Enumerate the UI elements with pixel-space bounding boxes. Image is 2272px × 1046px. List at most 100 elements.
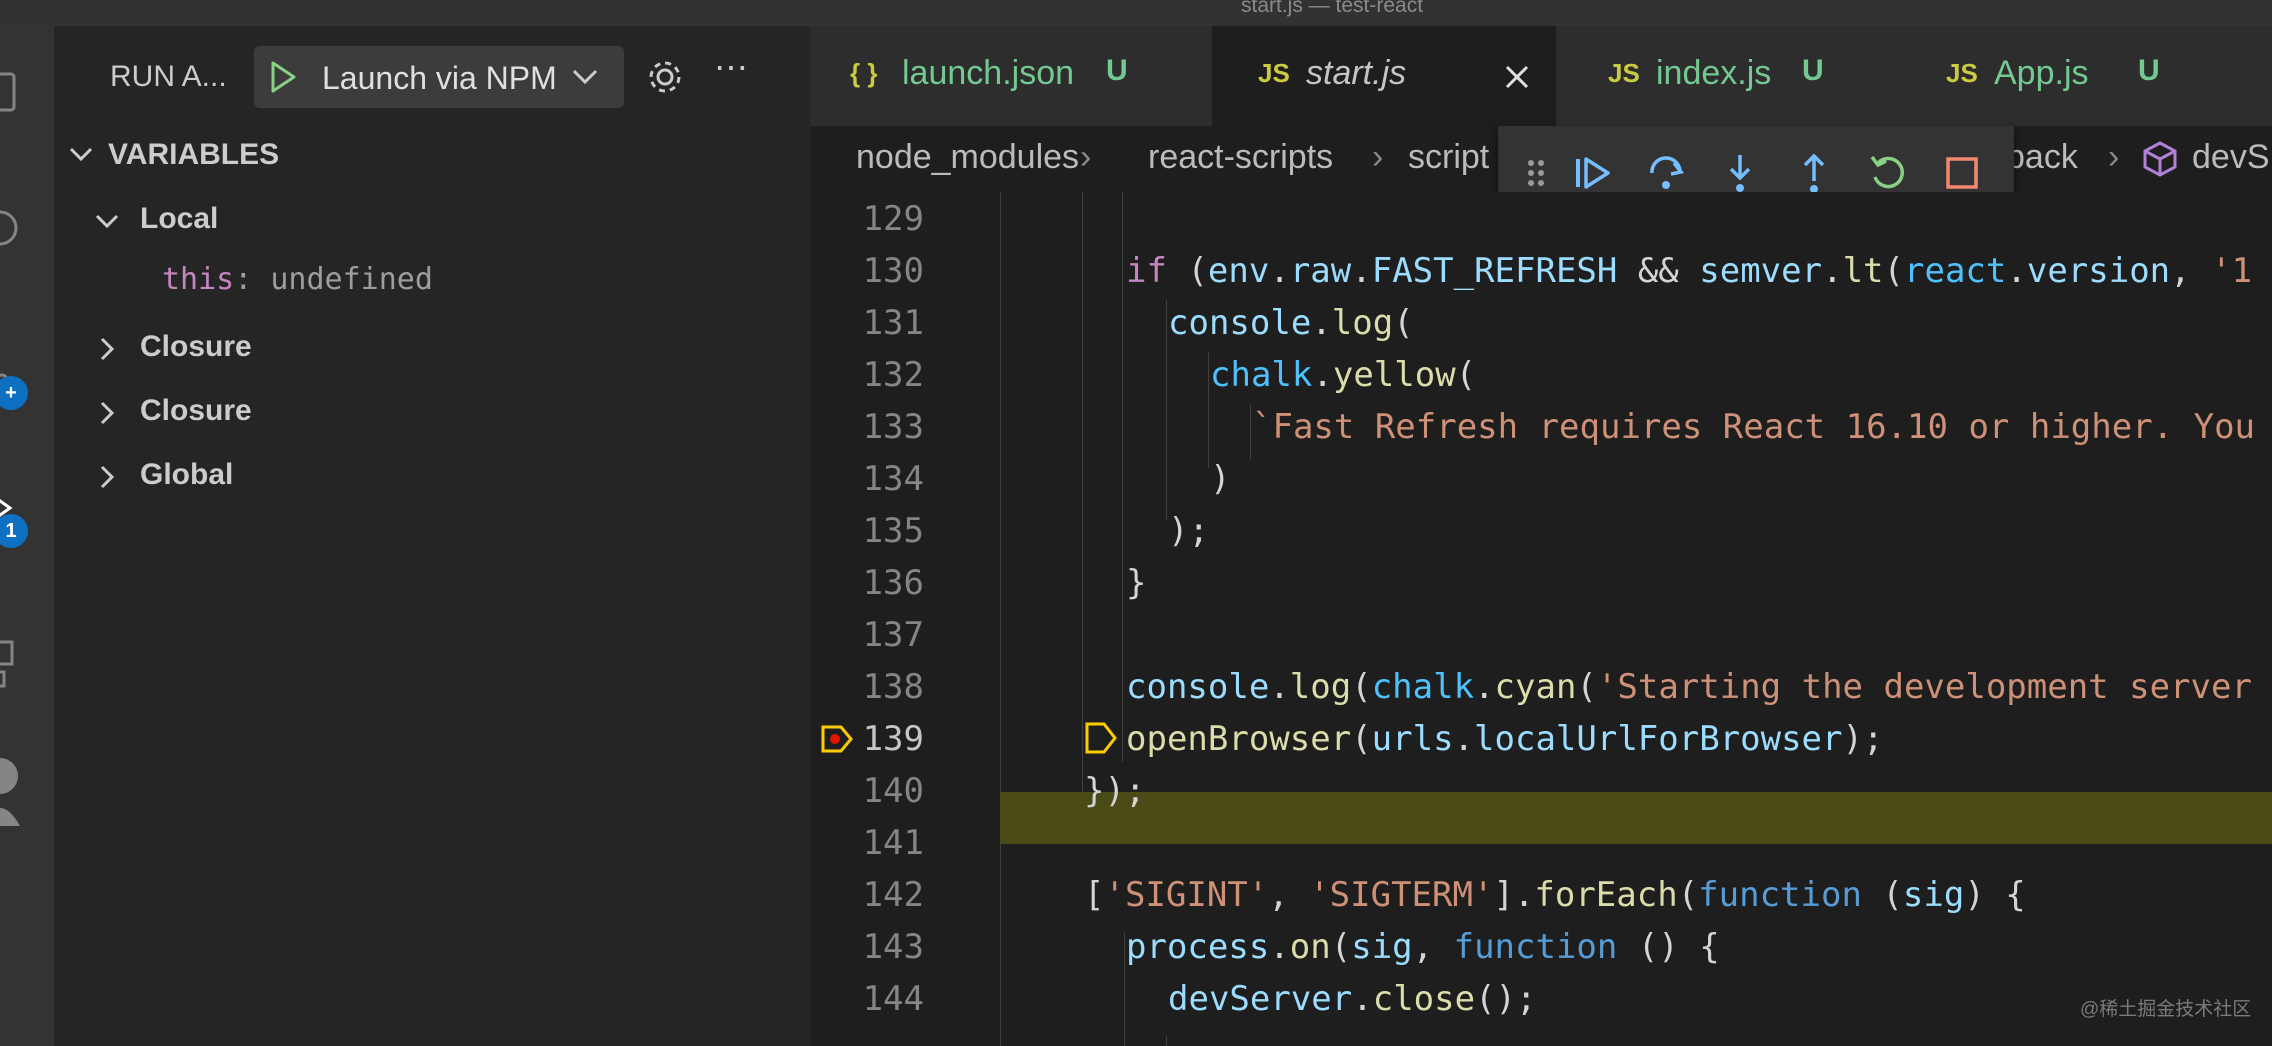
scope-label: Global <box>140 458 234 491</box>
code-text: } <box>1126 563 1147 603</box>
window-title: start.js — test-react <box>1241 0 1424 17</box>
breadcrumb-item[interactable]: react-scripts <box>1148 138 1333 177</box>
line-number: 135 <box>862 511 924 551</box>
scope-label: Closure <box>140 330 252 363</box>
line-number: 138 <box>862 667 924 707</box>
code-line: 134 ) <box>810 452 2272 504</box>
activity-bar: + 1 <box>0 26 54 1046</box>
symbol-method-icon <box>2143 141 2177 177</box>
code-text: chalk.yellow( <box>1210 355 1477 395</box>
js-file-icon: JS <box>1258 58 1290 88</box>
code-text: ['SIGINT', 'SIGTERM'].forEach(function (… <box>1084 875 2026 915</box>
line-number: 141 <box>862 823 924 863</box>
sidebar-title: RUN A... <box>110 60 227 93</box>
line-number: 132 <box>862 355 924 395</box>
code-text: devServer.close(); <box>1168 979 1537 1019</box>
code-line: 131 console.log( <box>810 296 2272 348</box>
code-text: openBrowser(urls.localUrlForBrowser); <box>1126 719 1884 759</box>
tab-label: start.js <box>1306 54 1407 92</box>
line-number: 129 <box>862 199 924 239</box>
js-file-icon: JS <box>1608 58 1640 88</box>
title-bar: start.js — test-react <box>0 0 2272 26</box>
breadcrumb-item[interactable]: devS <box>2192 138 2270 177</box>
variable-separator: : <box>234 262 271 297</box>
watermark: @稀土掘金技术社区 <box>2080 999 2252 1020</box>
tab-index-js[interactable]: JS index.js U <box>1556 26 1906 126</box>
breadcrumb-item[interactable]: back <box>2006 138 2078 177</box>
line-number: 142 <box>862 875 924 915</box>
close-icon[interactable] <box>1504 64 1530 90</box>
more-actions-icon[interactable]: ⋯ <box>714 48 750 88</box>
scope-label: Local <box>140 202 219 235</box>
gear-icon[interactable] <box>644 56 686 98</box>
drag-handle-icon[interactable] <box>1514 151 1558 195</box>
js-file-icon: JS <box>1946 58 1978 88</box>
tab-start-js[interactable]: JS start.js <box>1212 26 1556 126</box>
chevron-right-icon <box>100 465 115 489</box>
restart-icon[interactable] <box>1866 151 1910 195</box>
line-number: 130 <box>862 251 924 291</box>
chevron-down-icon <box>69 147 93 162</box>
breadcrumb-item[interactable]: script <box>1408 138 1489 177</box>
run-debug-badge: 1 <box>0 514 28 548</box>
code-line: 144 devServer.close(); <box>810 972 2272 1024</box>
extensions-icon[interactable] <box>0 616 20 696</box>
breadcrumb-separator: › <box>1080 138 1092 176</box>
launch-config-select[interactable]: Launch via NPM <box>254 46 624 108</box>
tab-app-js[interactable]: JS App.js U <box>1906 26 2272 126</box>
code-line: 133 `Fast Refresh requires React 16.10 o… <box>810 400 2272 452</box>
variable-this[interactable]: this: undefined <box>162 262 433 297</box>
breadcrumb-separator: › <box>2108 138 2120 176</box>
code-text: ) <box>1210 459 1231 499</box>
line-number: 134 <box>862 459 924 499</box>
breadcrumb-item[interactable]: node_modules <box>856 138 1079 177</box>
code-line: 142 ['SIGINT', 'SIGTERM'].forEach(functi… <box>810 868 2272 920</box>
tab-label: index.js <box>1656 54 1772 92</box>
code-line: 130 if (env.raw.FAST_REFRESH && semver.l… <box>810 244 2272 296</box>
code-editor[interactable]: 129 130 if (env.raw.FAST_REFRESH && semv… <box>810 192 2272 1046</box>
chevron-right-icon <box>100 337 115 361</box>
code-line: 137 <box>810 608 2272 660</box>
explorer-icon[interactable] <box>0 66 20 116</box>
current-execution-line: 139 openBrowser(urls.localUrlForBrowser)… <box>810 712 2272 844</box>
line-number: 140 <box>862 771 924 811</box>
continue-icon[interactable] <box>1570 151 1614 195</box>
scope-label: Closure <box>140 394 252 427</box>
step-over-icon[interactable] <box>1644 151 1688 195</box>
code-text: ); <box>1168 511 1209 551</box>
code-text: }); <box>1084 771 1146 811</box>
code-text: `Fast Refresh requires React 16.10 or hi… <box>1252 407 2256 447</box>
account-icon[interactable] <box>0 746 20 826</box>
code-line: 140 }); <box>810 764 2272 816</box>
code-text: console.log(chalk.cyan('Starting the dev… <box>1126 667 2252 707</box>
line-number: 137 <box>862 615 924 655</box>
step-into-icon[interactable] <box>1718 151 1762 195</box>
launch-config-label: Launch via NPM <box>322 60 557 96</box>
start-debugging-icon[interactable] <box>268 60 298 94</box>
indent-guide <box>1166 1036 1167 1046</box>
code-text: console.log( <box>1168 303 1414 343</box>
tab-status: U <box>1802 54 1824 87</box>
tab-label: launch.json <box>902 54 1075 92</box>
code-line: 141 <box>810 816 2272 868</box>
step-out-icon[interactable] <box>1792 151 1836 195</box>
code-line: 143 process.on(sig, function () { <box>810 920 2272 972</box>
code-line: 132 chalk.yellow( <box>810 348 2272 400</box>
line-number: 143 <box>862 927 924 967</box>
code-line: 129 <box>810 192 2272 244</box>
line-number: 139 <box>862 719 924 759</box>
stop-icon[interactable] <box>1940 151 1984 195</box>
search-icon[interactable] <box>0 204 20 254</box>
code-line: 138 console.log(chalk.cyan('Starting the… <box>810 660 2272 712</box>
code-line: 136 } <box>810 556 2272 608</box>
source-control-badge: + <box>0 376 28 410</box>
code-line: 135 ); <box>810 504 2272 556</box>
editor-tabs: { } launch.json U JS start.js JS index.j… <box>810 26 2272 126</box>
chevron-down-icon <box>95 214 119 229</box>
variable-value: undefined <box>270 262 433 297</box>
line-number: 133 <box>862 407 924 447</box>
tab-status: U <box>1106 54 1128 87</box>
tab-launch-json[interactable]: { } launch.json U <box>810 26 1212 126</box>
chevron-down-icon <box>572 69 598 85</box>
json-file-icon: { } <box>850 58 878 88</box>
